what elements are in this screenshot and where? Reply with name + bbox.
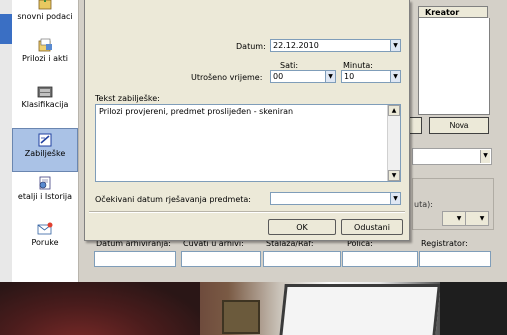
datum-label: Datum: bbox=[236, 42, 266, 51]
chevron-down-icon: ▼ bbox=[325, 71, 335, 82]
ok-button[interactable]: OK bbox=[268, 219, 336, 235]
nova-button[interactable]: Nova bbox=[429, 117, 489, 134]
sidebar-item-poruke[interactable]: Poruke bbox=[12, 222, 78, 262]
sati-label: Sati: bbox=[280, 61, 299, 70]
chevron-down-icon: ▼ bbox=[479, 215, 485, 222]
polica-field[interactable] bbox=[342, 251, 418, 267]
sidebar-item-label: Poruke bbox=[31, 238, 59, 247]
ocekivani-datum-label: Očekivani datum rješavanja predmeta: bbox=[95, 195, 251, 204]
cuvati-field[interactable] bbox=[181, 251, 261, 267]
partial-button[interactable] bbox=[408, 117, 422, 134]
stalaza-field[interactable] bbox=[263, 251, 341, 267]
sidebar-item-osnovni-podaci[interactable]: snovni podaci bbox=[12, 0, 78, 36]
registrator-label: Registrator: bbox=[421, 239, 468, 248]
sidebar-item-detalji-istorija[interactable]: etalji i Istorija bbox=[12, 176, 78, 216]
sati-dropdown[interactable]: 00 ▼ bbox=[270, 70, 336, 83]
sidebar-item-label: Zabilješke bbox=[24, 149, 66, 158]
scroll-down-icon[interactable]: ▼ bbox=[388, 170, 400, 181]
minuta-value: 10 bbox=[344, 72, 355, 81]
dialog-separator bbox=[89, 211, 405, 213]
attachments-icon bbox=[38, 38, 52, 52]
sidebar-item-klasifikacija[interactable]: Klasifikacija bbox=[12, 84, 78, 124]
chevron-down-icon: ▼ bbox=[456, 215, 462, 222]
notes-list[interactable] bbox=[418, 18, 490, 115]
picture-frame bbox=[222, 300, 260, 334]
textarea-scrollbar[interactable]: ▲ ▼ bbox=[387, 105, 400, 181]
minuta-dropdown[interactable]: 10 ▼ bbox=[341, 70, 401, 83]
background-photo bbox=[0, 282, 507, 335]
chevron-down-icon: ▼ bbox=[390, 40, 400, 51]
tekst-zabiljeske-textarea[interactable]: Prilozi provjereni, predmet proslijeđen … bbox=[95, 104, 401, 182]
background-small-dropdown[interactable]: ▼ bbox=[442, 211, 466, 226]
classification-icon bbox=[37, 86, 53, 98]
application-window: snovni podaci Prilozi i akti Klasifikaci… bbox=[0, 0, 507, 282]
ocekivani-datum-picker[interactable]: ▼ bbox=[270, 192, 401, 205]
background-dropdown[interactable]: ▼ bbox=[412, 148, 492, 165]
datum-picker[interactable]: 22.12.2010 ▼ bbox=[270, 39, 401, 52]
notes-icon bbox=[38, 133, 52, 147]
dark-corner bbox=[440, 282, 507, 335]
person-hair bbox=[0, 282, 200, 335]
sidebar-item-label: snovni podaci bbox=[17, 12, 73, 21]
minuta-label: Minuta: bbox=[343, 61, 373, 70]
monitor-screen bbox=[279, 284, 441, 335]
sidebar-item-zabiljeske[interactable]: Zabilješke bbox=[12, 128, 78, 172]
background-small-dropdown-2[interactable]: ▼ bbox=[465, 211, 489, 226]
chevron-down-icon: ▼ bbox=[390, 71, 400, 82]
kreator-column-header[interactable]: Kreator bbox=[418, 6, 488, 18]
sidebar-item-label: Klasifikacija bbox=[21, 100, 69, 109]
chevron-down-icon: ▼ bbox=[390, 193, 400, 204]
tekst-zabiljeske-value: Prilozi provjereni, predmet proslijeđen … bbox=[99, 107, 294, 116]
messages-icon bbox=[37, 222, 53, 235]
tekst-zabiljeske-label: Tekst zabilješke: bbox=[95, 94, 160, 103]
chevron-down-icon: ▼ bbox=[480, 150, 490, 163]
sidebar-item-prilozi[interactable]: Prilozi i akti bbox=[12, 38, 78, 78]
taskbar-blue-tab bbox=[0, 14, 12, 44]
sidebar: snovni podaci Prilozi i akti Klasifikaci… bbox=[12, 0, 79, 282]
odustani-button[interactable]: Odustani bbox=[341, 219, 403, 235]
registrator-field[interactable] bbox=[419, 251, 491, 267]
scroll-up-icon[interactable]: ▲ bbox=[388, 105, 400, 116]
minuta-partial-label: uta): bbox=[414, 200, 433, 209]
history-icon bbox=[39, 176, 51, 190]
sidebar-item-label: etalji i Istorija bbox=[17, 192, 73, 201]
datum-arhiviranja-field[interactable] bbox=[94, 251, 176, 267]
utroseno-vrijeme-label: Utrošeno vrijeme: bbox=[191, 73, 263, 82]
folder-up-icon bbox=[38, 0, 52, 10]
sidebar-item-label: Prilozi i akti bbox=[22, 54, 68, 63]
datum-value: 22.12.2010 bbox=[273, 41, 319, 50]
sati-value: 00 bbox=[273, 72, 284, 81]
note-dialog: Datum: 22.12.2010 ▼ Sati: Minuta: Utroše… bbox=[84, 0, 410, 241]
